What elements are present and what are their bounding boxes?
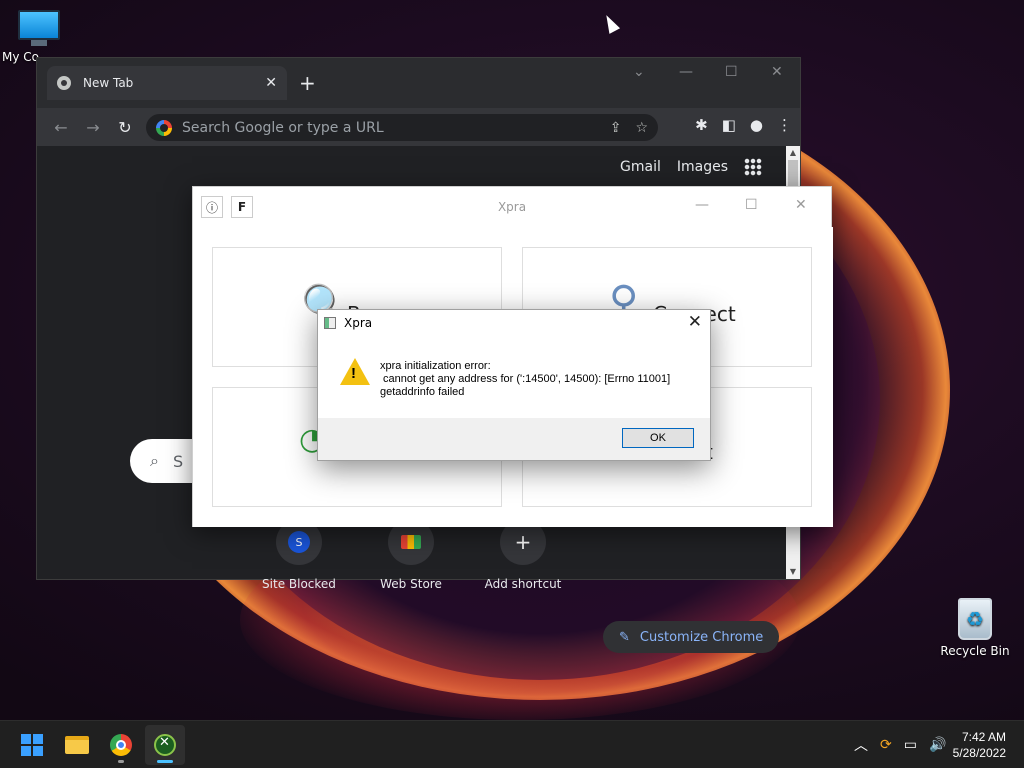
- chrome-toolbar: ← → ↻ Search Google or type a URL ⇪ ☆ ✱ …: [37, 108, 800, 146]
- apps-grid-icon[interactable]: [744, 158, 762, 176]
- ntp-search-placeholder: S: [172, 451, 184, 471]
- maximize-icon[interactable]: ☐: [725, 64, 738, 80]
- profile-icon[interactable]: ●: [750, 116, 763, 134]
- xpra-titlebar: ⓘ F Xpra — ☐ ✕: [193, 187, 831, 227]
- recycle-bin-icon: ♻: [958, 598, 992, 640]
- desktop-icon-my-computer[interactable]: My Co: [0, 10, 78, 64]
- dialog-body: ! xpra initialization error: cannot get …: [318, 336, 710, 420]
- info-icon[interactable]: ⓘ: [201, 196, 223, 218]
- scroll-down-icon[interactable]: ▼: [786, 565, 800, 579]
- extensions-icon[interactable]: ✱: [695, 116, 708, 134]
- back-icon[interactable]: ←: [45, 118, 77, 137]
- omnibox-placeholder: Search Google or type a URL: [182, 119, 384, 136]
- chrome-favicon-icon: [57, 76, 71, 90]
- desktop-icon-label: Recycle Bin: [940, 644, 1010, 658]
- search-icon: ⌕: [150, 451, 159, 470]
- tab-new-tab[interactable]: New Tab ✕: [47, 66, 287, 100]
- pencil-icon: ✎: [619, 629, 630, 645]
- dialog-footer: OK: [318, 418, 710, 460]
- gmail-link[interactable]: Gmail: [620, 159, 661, 175]
- error-message: xpra initialization error: cannot get an…: [380, 360, 671, 398]
- shortcut-label: Add shortcut: [484, 577, 562, 591]
- images-link[interactable]: Images: [677, 159, 728, 175]
- folder-icon: [65, 736, 89, 754]
- shortcut-web-store[interactable]: Web Store: [366, 519, 456, 591]
- scroll-up-icon[interactable]: ▲: [786, 146, 800, 160]
- taskbar-file-explorer[interactable]: [57, 725, 97, 765]
- monitor-icon: [18, 10, 60, 40]
- side-panel-icon[interactable]: ◧: [722, 116, 736, 134]
- tab-close-icon[interactable]: ✕: [265, 75, 277, 91]
- chevron-up-icon[interactable]: ︿: [854, 735, 868, 755]
- error-dialog: Xpra ✕ ! xpra initialization error: cann…: [317, 309, 711, 461]
- minimize-icon[interactable]: —: [679, 64, 693, 80]
- google-logo-icon: [156, 119, 172, 136]
- chrome-tab-bar: New Tab ✕ + ⌄ — ☐ ✕: [37, 58, 800, 108]
- web-store-icon: [401, 535, 421, 549]
- forward-icon[interactable]: →: [77, 118, 109, 137]
- menu-icon[interactable]: ⋮: [777, 116, 792, 134]
- tab-search-icon[interactable]: ⌄: [633, 64, 645, 80]
- clock-time: 7:42 AM: [961, 730, 1006, 744]
- sync-icon[interactable]: ⟳: [880, 737, 892, 753]
- close-window-icon[interactable]: ✕: [795, 197, 807, 213]
- maximize-icon[interactable]: ☐: [745, 197, 758, 213]
- network-icon[interactable]: ▭: [904, 737, 917, 753]
- clock[interactable]: 7:42 AM 5/28/2022: [953, 729, 1006, 761]
- shortcut-add[interactable]: + Add shortcut: [478, 519, 568, 591]
- volume-icon[interactable]: 🔊: [929, 737, 946, 753]
- xpra-logo-icon[interactable]: F: [231, 196, 253, 218]
- shortcut-label: Site Blocked: [262, 577, 336, 591]
- xpra-window-title: Xpra: [497, 200, 527, 214]
- chrome-icon: [110, 734, 132, 756]
- shortcut-site-blocked[interactable]: S Site Blocked: [254, 519, 344, 591]
- shortcut-label: Web Store: [380, 577, 442, 591]
- clock-date: 5/28/2022: [952, 746, 1006, 760]
- site-favicon-icon: S: [288, 531, 310, 553]
- desktop-icon-recycle-bin[interactable]: ♻ Recycle Bin: [940, 598, 1010, 658]
- windows-logo-icon: [21, 734, 43, 756]
- taskbar: ︿ ⟳ ▭ 🔊 7:42 AM 5/28/2022: [0, 720, 1024, 768]
- taskbar-xpra[interactable]: [145, 725, 185, 765]
- tab-title: New Tab: [83, 76, 134, 90]
- dialog-titlebar: Xpra ✕: [318, 310, 710, 336]
- close-window-icon[interactable]: ✕: [771, 64, 783, 80]
- xpra-icon: [154, 734, 176, 756]
- reload-icon[interactable]: ↻: [109, 118, 141, 137]
- customize-chrome-button[interactable]: ✎ Customize Chrome: [603, 621, 780, 653]
- taskbar-chrome[interactable]: [101, 725, 141, 765]
- desktop-icon-label: My Co: [2, 50, 39, 64]
- omnibox[interactable]: Search Google or type a URL ⇪ ☆: [146, 114, 658, 141]
- share-icon[interactable]: ⇪: [610, 120, 622, 136]
- close-icon[interactable]: ✕: [688, 312, 702, 332]
- ok-button[interactable]: OK: [622, 428, 694, 448]
- minimize-icon[interactable]: —: [695, 197, 709, 213]
- xpra-app-icon: [324, 317, 336, 329]
- bookmark-star-icon[interactable]: ☆: [635, 120, 648, 136]
- new-tab-button[interactable]: +: [299, 71, 316, 95]
- start-button[interactable]: [12, 725, 52, 765]
- dialog-title: Xpra: [344, 316, 373, 330]
